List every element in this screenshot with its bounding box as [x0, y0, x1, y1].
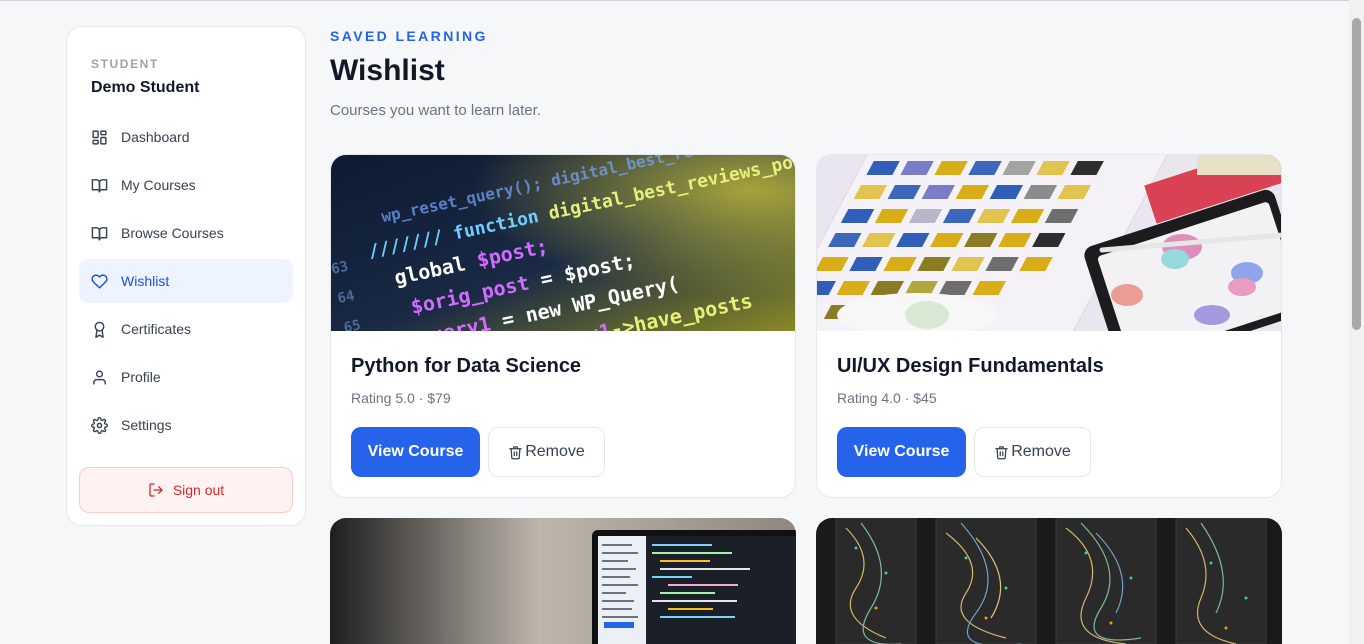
open-book-icon — [91, 177, 108, 194]
sidebar-item-label: Profile — [121, 369, 161, 385]
course-title: UI/UX Design Fundamentals — [837, 355, 1104, 377]
user-name: Demo Student — [91, 79, 200, 96]
course-title: Python for Data Science — [351, 355, 582, 377]
sidebar-item-label: Certificates — [121, 321, 192, 337]
trash-icon — [994, 445, 1009, 460]
course-card: wp_reset_query(); digital_best_reviews_p… — [330, 154, 796, 498]
section-eyebrow: SAVED LEARNING — [330, 28, 488, 44]
course-meta: Rating 4.0 · $45 — [837, 390, 937, 406]
sign-out-label: Sign out — [172, 482, 225, 498]
heart-icon — [91, 273, 108, 290]
sidebar-item-label: Browse Courses — [121, 225, 224, 241]
course-thumbnail-server-image[interactable] — [816, 518, 1282, 644]
sidebar: STUDENT Demo Student Dashboard My Course… — [66, 26, 306, 526]
view-course-button[interactable]: View Course — [837, 427, 966, 477]
remove-button[interactable]: Remove — [974, 427, 1091, 477]
course-thumbnail-design-image[interactable] — [817, 155, 1281, 331]
top-border — [0, 0, 1364, 1]
trash-icon — [508, 445, 523, 460]
log-out-icon — [148, 482, 164, 498]
scrollbar-thumb[interactable] — [1352, 18, 1361, 330]
sidebar-item-label: My Courses — [121, 177, 196, 193]
page-scrollbar[interactable] — [1349, 0, 1364, 644]
remove-label: Remove — [525, 443, 585, 460]
sidebar-item-label: Wishlist — [121, 273, 170, 289]
role-label: STUDENT — [91, 57, 159, 71]
sidebar-item-settings[interactable]: Settings — [79, 403, 293, 447]
sidebar-item-profile[interactable]: Profile — [79, 355, 293, 399]
sidebar-item-my-courses[interactable]: My Courses — [79, 163, 293, 207]
course-meta: Rating 5.0 · $79 — [351, 390, 451, 406]
course-thumbnail-laptop-image[interactable] — [330, 518, 796, 644]
sidebar-item-wishlist[interactable]: Wishlist — [79, 259, 293, 303]
open-book-icon — [91, 225, 108, 242]
sidebar-item-label: Settings — [121, 417, 172, 433]
view-course-button[interactable]: View Course — [351, 427, 480, 477]
sign-out-button[interactable]: Sign out — [79, 467, 293, 513]
sidebar-item-dashboard[interactable]: Dashboard — [79, 115, 293, 159]
svg-text:65: 65 — [342, 317, 362, 331]
sidebar-item-certificates[interactable]: Certificates — [79, 307, 293, 351]
user-icon — [91, 369, 108, 386]
course-card: UI/UX Design Fundamentals Rating 4.0 · $… — [816, 154, 1282, 498]
gear-icon — [91, 416, 108, 434]
course-thumbnail-code-image[interactable]: wp_reset_query(); digital_best_reviews_p… — [331, 155, 795, 331]
page-subtitle: Courses you want to learn later. — [330, 102, 541, 119]
remove-label: Remove — [1011, 443, 1071, 460]
sidebar-item-browse-courses[interactable]: Browse Courses — [79, 211, 293, 255]
dashboard-grid-icon — [91, 129, 108, 146]
sidebar-item-label: Dashboard — [121, 129, 190, 145]
award-icon — [91, 321, 108, 338]
remove-button[interactable]: Remove — [488, 427, 605, 477]
page-title: Wishlist — [330, 54, 445, 87]
